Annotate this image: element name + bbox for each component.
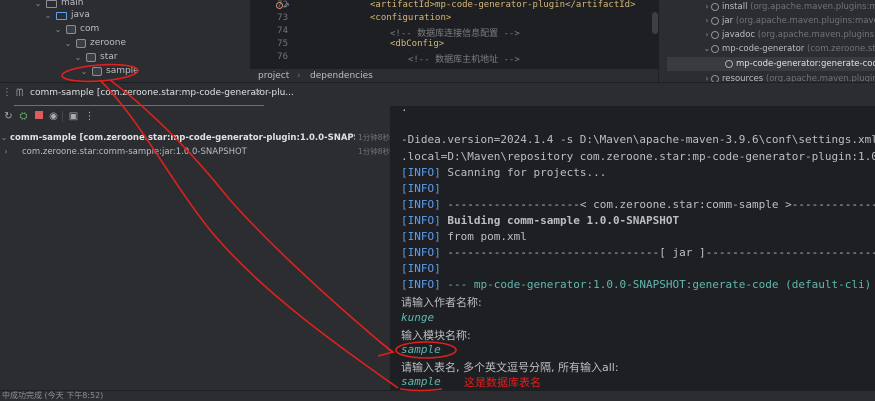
gear-icon [711,30,719,39]
console-prompt: 输入模块名称: [401,329,471,342]
gear-icon [711,44,719,53]
console-line: . [401,106,408,114]
package-icon [86,53,96,62]
code-line: <dbConfig> [390,39,445,49]
maven-plugin-mp-code-generator[interactable]: ⌄mp-code-generator (com.zeroone.star:mp- [703,42,875,56]
tree-item-sample[interactable]: ⌄ sample [80,64,139,79]
chevron-right-icon[interactable]: › [703,14,711,28]
tree-item-zeroone[interactable]: ⌄ zeroone [64,36,126,51]
console-prompt: 请输入作者名称: [401,296,482,309]
console-command-line: -Didea.version=2024.1.4 -s D:\Maven\apac… [401,133,875,146]
chevron-down-icon[interactable]: ⌄ [703,42,711,56]
run-duration: 1分钟8秒 [358,147,391,156]
console-input: kunge [401,311,435,324]
source-folder-icon [56,11,67,20]
console-info-line: [INFO] --------------------------------[… [401,246,875,259]
rerun-icon[interactable]: ↻ [3,111,14,122]
code-line: <!-- 数据库主机地址 --> [408,55,520,65]
run-tree-row[interactable]: ⌄ comm-sample [com.zeroone.star:mp-code-… [0,131,390,145]
goal-icon [725,59,733,68]
line-number: 73 [277,13,288,23]
console-info-line: [INFO] --- mp-code-generator:1.0.0-SNAPS… [401,278,875,291]
run-tab-bar: ⋮ ᗰ comm-sample [com.zeroone.star:mp-cod… [0,82,875,107]
line-number: 76 [277,52,288,62]
console-info-line: [INFO] Building comm-sample 1.0.0-SNAPSH… [401,214,680,227]
chevron-down-icon[interactable]: ⌄ [54,22,62,37]
stop-icon[interactable] [33,111,44,122]
breadcrumb-separator: › [297,71,301,81]
chevron-down-icon[interactable]: ⌄ [64,36,72,51]
console-prompt: 请输入表名, 多个英文逗号分隔, 所有输入all: [401,361,619,374]
line-number: 75 [277,39,288,49]
maven-plugin-jar[interactable]: ›jar (org.apache.maven.plugins:maven-jar… [703,14,875,28]
maven-plugin-install[interactable]: ›install (org.apache.maven.plugins:maven… [703,0,875,14]
debug-icon[interactable]: ⛭ [18,111,29,122]
code-line: <!-- 数据库连接信息配置 --> [390,29,520,39]
breadcrumb: project › dependencies [250,68,658,83]
status-bar: 中成功完成 (今天 下午8:52) [0,390,875,401]
chevron-down-icon[interactable]: ⌄ [0,131,8,145]
run-tree-row[interactable]: › com.zeroone.star:comm-sample:jar:1.0.0… [0,145,390,159]
more-vertical-icon[interactable]: ⋮ [84,111,95,122]
gear-icon [711,2,719,11]
package-icon [76,39,86,48]
maven-goal-generate-code[interactable]: mp-code-generator:generate-code [667,57,875,71]
maven-panel: ›install (org.apache.maven.plugins:maven… [658,0,875,84]
line-gutter: 72 73 74 75 76 [250,0,306,68]
run-tree: ⌄ comm-sample [com.zeroone.star:mp-code-… [0,128,390,390]
console-input: sample [401,343,441,356]
close-icon[interactable]: × [254,87,262,98]
annotation-label: 这是数据库表名 [464,376,541,389]
tree-item-java[interactable]: ⌄ java [44,8,90,23]
console-info-line: [INFO] Scanning for projects... [401,166,607,179]
package-icon [92,67,102,76]
console-output[interactable]: . -Didea.version=2024.1.4 -s D:\Maven\ap… [390,106,875,390]
toolbar-divider [62,111,63,122]
maven-icon: ᗰ [16,88,24,99]
code-editor[interactable]: 72 73 74 75 76 ↗ <artifactId>mp-code-gen… [250,0,658,68]
gear-icon [711,16,719,25]
code-line: <configuration> [370,13,452,23]
run-tree-label: com.zeroone.star:comm-sample:jar:1.0.0-S… [22,147,247,157]
package-icon [66,25,76,34]
more-icon[interactable]: ⋮ [2,87,12,98]
run-duration: 1分钟8秒 [358,133,391,142]
chevron-down-icon[interactable]: ⌄ [80,64,88,79]
tree-item-star[interactable]: ⌄ star [74,50,117,65]
chevron-down-icon[interactable]: ⌄ [34,0,42,11]
chevron-down-icon[interactable]: ⌄ [44,8,52,23]
console-info-line: [INFO] [401,182,441,195]
console-info-line: [INFO] --------------------< com.zeroone… [401,198,875,211]
navigate-icon[interactable]: ↗ [283,1,290,10]
camera-icon[interactable]: ▣ [68,111,79,122]
chevron-right-icon[interactable]: › [703,28,711,42]
code-line: <artifactId>mp-code-generator-plugin</ar… [370,0,636,10]
maven-plugin-javadoc[interactable]: ›javadoc (org.apache.maven.plugins:maven… [703,28,875,42]
console-input: sample [401,375,441,388]
line-number: 74 [277,26,288,36]
chevron-right-icon[interactable]: › [703,0,711,14]
project-tree: ⌄ main ⌄ java ⌄ com ⌄ zeroone ⌄ star ⌄ s… [0,0,250,82]
console-info-line: [INFO] [401,262,441,275]
run-tree-label: comm-sample [com.zeroone.star:mp-code-ge… [10,133,355,143]
console-info-line: [INFO] from pom.xml [401,230,527,243]
gutter-marker-icon[interactable] [276,2,283,9]
eye-icon[interactable]: ◉ [48,111,59,122]
chevron-down-icon[interactable]: ⌄ [74,50,82,65]
tree-item-com[interactable]: ⌄ com [54,22,99,37]
tab-run-comm-sample[interactable]: ᗰ comm-sample [com.zeroone.star:mp-code-… [14,83,294,107]
folder-icon [46,0,57,8]
breadcrumb-item-project[interactable]: project [258,69,289,83]
chevron-right-icon[interactable]: › [2,145,10,159]
breadcrumb-item-dependencies[interactable]: dependencies [310,69,373,83]
console-command-line: .local=D:\Maven\repository com.zeroone.s… [401,150,875,163]
